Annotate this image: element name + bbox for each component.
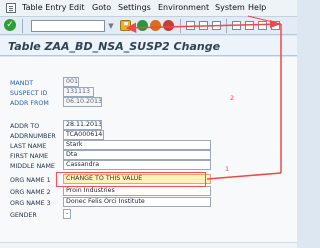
addr-to-field[interactable]: 28.11.2013	[63, 120, 102, 130]
menu-table-entry[interactable]: Table Entry	[22, 3, 67, 12]
menu-bar: Table Entry Edit Goto Settings Environme…	[0, 0, 297, 17]
annotation-highlight-box	[56, 172, 206, 187]
org-name-2-label: ORG NAME 2	[10, 189, 51, 196]
addrnumber-label: ADDRNUMBER	[10, 133, 56, 140]
command-dropdown-icon[interactable]: ▼	[106, 20, 116, 32]
mandt-field: 001	[63, 77, 79, 87]
org-name-1-label: ORG NAME 1	[10, 177, 51, 184]
print-icon[interactable]	[186, 21, 195, 30]
menu-icon[interactable]	[6, 3, 16, 13]
menu-edit[interactable]: Edit	[69, 3, 85, 12]
org-name-3-label: ORG NAME 3	[10, 200, 51, 207]
middle-name-field[interactable]: Cassandra	[63, 160, 211, 170]
middle-name-label: MIDDLE NAME	[10, 163, 55, 170]
annotation-step-one: 1	[225, 165, 230, 173]
org-name-2-field[interactable]: Proin Industries	[63, 186, 211, 196]
gender-field[interactable]: -	[63, 209, 71, 219]
menu-environment[interactable]: Environment	[158, 3, 209, 12]
last-name-label: LAST NAME	[10, 143, 47, 150]
first-name-label: FIRST NAME	[10, 153, 49, 160]
last-name-field[interactable]: Stark	[63, 140, 211, 150]
find-next-icon[interactable]	[212, 21, 221, 30]
command-field[interactable]	[31, 20, 105, 32]
screen-header: Table ZAA_BD_NSA_SUSP2 Change	[0, 36, 297, 56]
toolbar-separator	[22, 19, 23, 33]
find-icon[interactable]	[199, 21, 208, 30]
table-entry-form: MANDT 001 SUSPECT ID 131113 ADDR FROM 06…	[0, 57, 297, 248]
gender-label: GENDER	[10, 212, 37, 219]
addr-from-label: ADDR FROM	[10, 100, 49, 107]
addrnumber-field[interactable]: TCA0006148	[63, 130, 104, 140]
menu-settings[interactable]: Settings	[118, 3, 151, 12]
mandt-label: MANDT	[10, 80, 34, 87]
save-icon[interactable]	[120, 20, 131, 31]
addr-to-label: ADDR TO	[10, 123, 40, 130]
back-icon[interactable]	[137, 20, 148, 31]
cancel-icon[interactable]	[163, 20, 174, 31]
confirm-icon[interactable]: ✓	[4, 19, 16, 31]
first-name-field[interactable]: Dta	[63, 150, 211, 160]
page-title: Table ZAA_BD_NSA_SUSP2 Change	[8, 40, 221, 53]
standard-toolbar: ✓ ▼	[0, 17, 297, 35]
annotation-step-two: 2	[230, 94, 235, 102]
menu-goto[interactable]: Goto	[92, 3, 111, 12]
toolbar-separator	[226, 19, 227, 33]
first-page-icon[interactable]	[232, 21, 241, 30]
toolbar-separator	[180, 19, 181, 33]
previous-page-icon[interactable]	[245, 21, 254, 30]
menu-help[interactable]: Help	[248, 3, 266, 12]
suspect-id-label: SUSPECT ID	[10, 90, 48, 97]
next-page-icon[interactable]	[258, 21, 267, 30]
suspect-id-field: 131113	[63, 87, 94, 97]
bottom-strip	[0, 242, 297, 248]
addr-from-field: 06.10.2013	[63, 97, 102, 107]
org-name-3-field[interactable]: Donec Felis Orci Institute	[63, 197, 211, 207]
last-page-icon[interactable]	[271, 21, 280, 30]
menu-system[interactable]: System	[215, 3, 245, 12]
exit-icon[interactable]	[150, 20, 161, 31]
